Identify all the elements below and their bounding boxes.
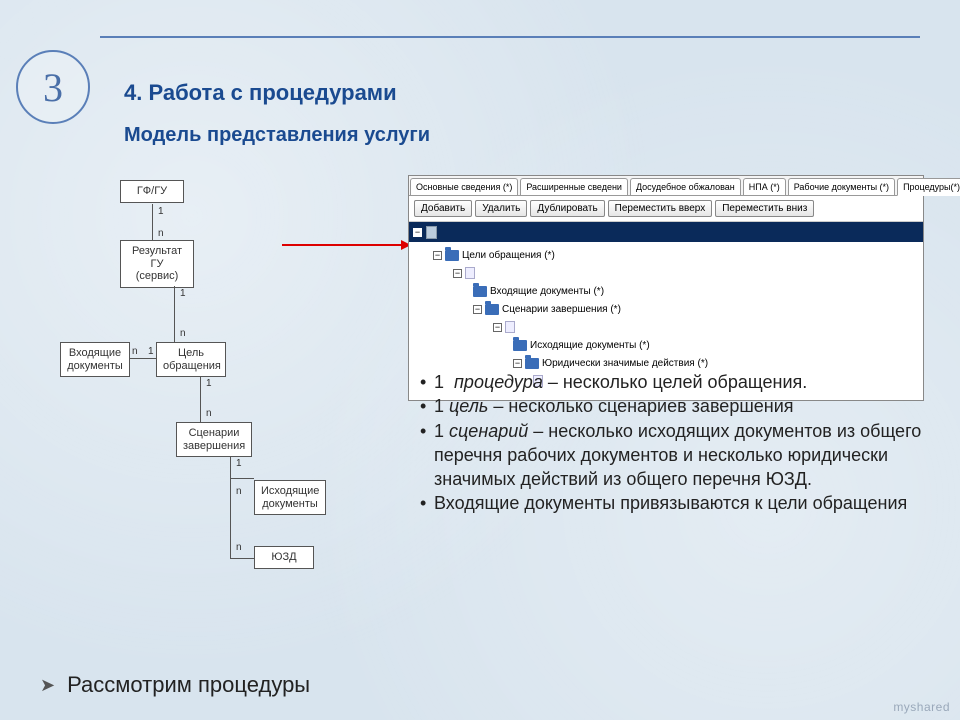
tab-basic[interactable]: Основные сведения (*) — [410, 178, 518, 195]
tab-bar: Основные сведения (*) Расширенные сведен… — [409, 176, 923, 196]
box-incoming: Входящие документы — [60, 342, 130, 377]
expand-icon[interactable]: − — [473, 305, 482, 314]
box-result: Результат ГУ (сервис) — [120, 240, 194, 288]
delete-button[interactable]: Удалить — [475, 200, 527, 217]
expand-icon[interactable]: − — [513, 359, 522, 368]
slide-number-badge: 3 — [16, 50, 90, 124]
folder-icon — [485, 304, 499, 315]
tab-extended[interactable]: Расширенные сведени — [520, 178, 628, 195]
tab-appeal[interactable]: Досудебное обжалован — [630, 178, 741, 195]
folder-icon — [513, 340, 527, 351]
top-rule — [100, 36, 920, 38]
page-icon — [426, 226, 437, 239]
folder-icon — [525, 358, 539, 369]
box-gf-gu: ГФ/ГУ — [120, 180, 184, 203]
expand-icon[interactable]: − — [433, 251, 442, 260]
tree-node-scenarios[interactable]: Сценарии завершения (*) — [502, 304, 621, 315]
add-button[interactable]: Добавить — [414, 200, 472, 217]
tree-node-outgoing[interactable]: Исходящие документы (*) — [530, 340, 650, 351]
expand-icon[interactable]: − — [493, 323, 502, 332]
box-scenarios: Сценарии завершения — [176, 422, 252, 457]
tree-node-goals[interactable]: Цели обращения (*) — [462, 250, 555, 261]
tree-node-incoming[interactable]: Входящие документы (*) — [490, 286, 604, 297]
app-screenshot: Основные сведения (*) Расширенные сведен… — [408, 175, 924, 401]
tree-header-bar: − — [409, 222, 923, 242]
tab-workdocs[interactable]: Рабочие документы (*) — [788, 178, 895, 195]
folder-icon — [445, 250, 459, 261]
footer-line: ➤ Рассмотрим процедуры — [40, 672, 310, 698]
move-down-button[interactable]: Переместить вниз — [715, 200, 814, 217]
tree-node-legal[interactable]: Юридически значимые действия (*) — [542, 358, 708, 369]
expand-icon[interactable]: − — [453, 269, 462, 278]
duplicate-button[interactable]: Дублировать — [530, 200, 604, 217]
collapse-icon[interactable]: − — [413, 228, 422, 237]
page-icon — [505, 321, 515, 333]
box-outgoing: Исходящие документы — [254, 480, 326, 515]
tab-procedures[interactable]: Процедуры(*) — [897, 178, 960, 196]
description-bullets: •1 процедура – несколько целей обращения… — [420, 370, 930, 516]
service-model-diagram: ГФ/ГУ 1 n Результат ГУ (сервис) 1 n Вход… — [80, 180, 380, 650]
box-uzd: ЮЗД — [254, 546, 314, 569]
tab-npa[interactable]: НПА (*) — [743, 178, 786, 195]
folder-icon — [473, 286, 487, 297]
slide-subtitle: Модель представления услуги — [124, 124, 430, 147]
arrow-icon — [282, 244, 410, 246]
page-icon — [465, 267, 475, 279]
chevron-icon: ➤ — [40, 675, 55, 696]
box-goal: Цель обращения — [156, 342, 226, 377]
slide-title: 4. Работа с процедурами — [124, 80, 397, 106]
toolbar: Добавить Удалить Дублировать Переместить… — [409, 196, 923, 222]
footer-text: Рассмотрим процедуры — [67, 672, 310, 698]
move-up-button[interactable]: Переместить вверх — [608, 200, 713, 217]
watermark: myshared — [893, 700, 950, 714]
